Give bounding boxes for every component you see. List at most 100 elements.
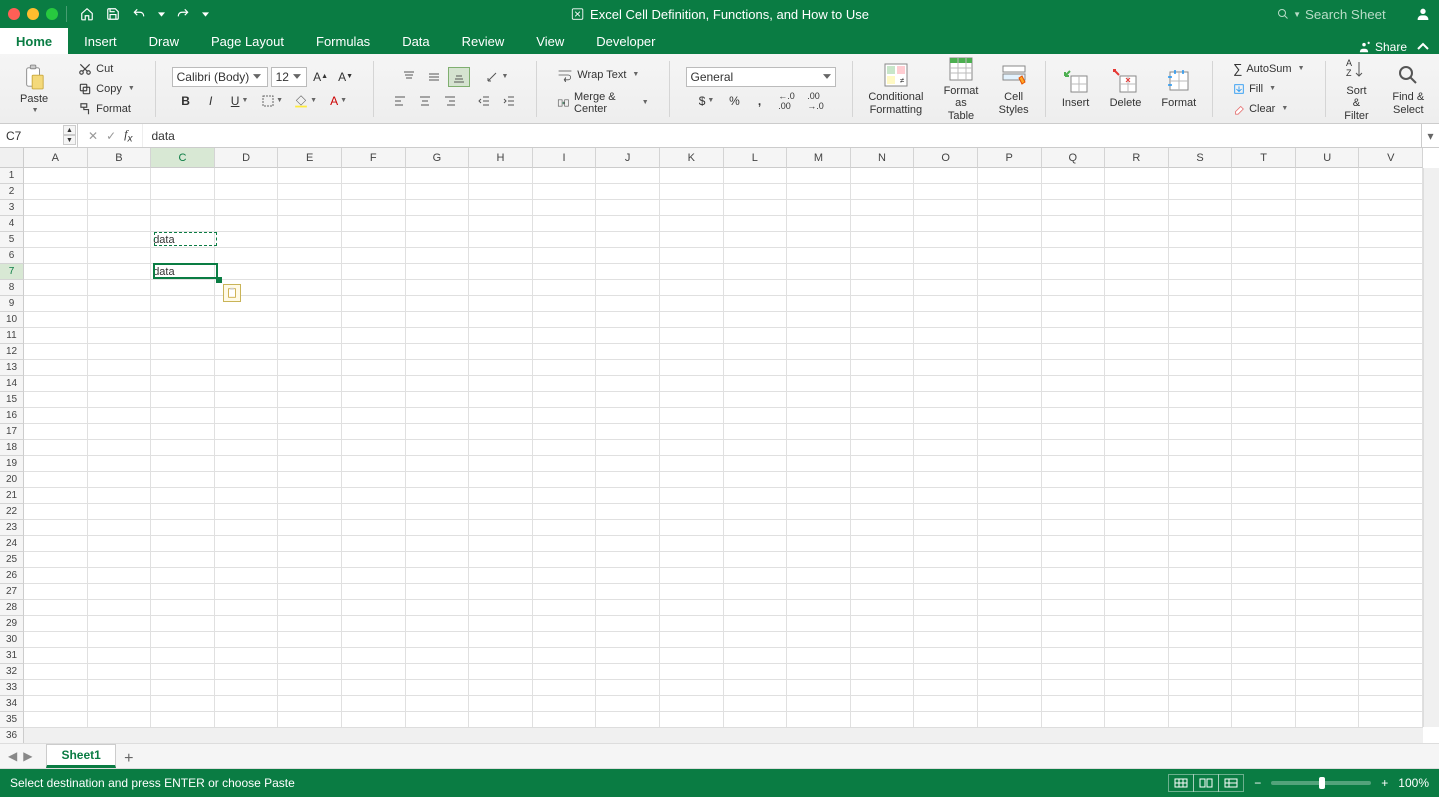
cell-M27[interactable] xyxy=(787,584,851,600)
cell-H18[interactable] xyxy=(469,440,533,456)
undo-icon[interactable] xyxy=(131,6,147,22)
cell-G35[interactable] xyxy=(406,712,470,728)
align-middle-button[interactable] xyxy=(423,67,445,87)
cell-J8[interactable] xyxy=(596,280,660,296)
cell-M9[interactable] xyxy=(787,296,851,312)
row-header-23[interactable]: 23 xyxy=(0,520,24,536)
cell-D32[interactable] xyxy=(215,664,279,680)
cell-S22[interactable] xyxy=(1169,504,1233,520)
cell-E15[interactable] xyxy=(278,392,342,408)
undo-dropdown-icon[interactable] xyxy=(157,6,165,22)
cell-A22[interactable] xyxy=(24,504,88,520)
cell-I13[interactable] xyxy=(533,360,597,376)
cell-H6[interactable] xyxy=(469,248,533,264)
col-header-S[interactable]: S xyxy=(1169,148,1233,168)
cell-E4[interactable] xyxy=(278,216,342,232)
cell-H10[interactable] xyxy=(469,312,533,328)
cell-J32[interactable] xyxy=(596,664,660,680)
cell-S4[interactable] xyxy=(1169,216,1233,232)
font-color-button[interactable]: A▼ xyxy=(324,91,354,111)
cell-H35[interactable] xyxy=(469,712,533,728)
cell-H17[interactable] xyxy=(469,424,533,440)
cell-I10[interactable] xyxy=(533,312,597,328)
cell-M18[interactable] xyxy=(787,440,851,456)
cell-E1[interactable] xyxy=(278,168,342,184)
cell-F10[interactable] xyxy=(342,312,406,328)
cell-O30[interactable] xyxy=(914,632,978,648)
cell-H5[interactable] xyxy=(469,232,533,248)
cell-O25[interactable] xyxy=(914,552,978,568)
cell-K34[interactable] xyxy=(660,696,724,712)
cell-J33[interactable] xyxy=(596,680,660,696)
cell-I18[interactable] xyxy=(533,440,597,456)
cell-R23[interactable] xyxy=(1105,520,1169,536)
vertical-scrollbar[interactable] xyxy=(1423,168,1439,727)
cell-B26[interactable] xyxy=(88,568,152,584)
enter-formula-icon[interactable]: ✓ xyxy=(106,129,116,143)
cell-P18[interactable] xyxy=(978,440,1042,456)
cell-C8[interactable] xyxy=(151,280,215,296)
cell-P9[interactable] xyxy=(978,296,1042,312)
cell-A23[interactable] xyxy=(24,520,88,536)
cell-B15[interactable] xyxy=(88,392,152,408)
cell-O32[interactable] xyxy=(914,664,978,680)
cell-V2[interactable] xyxy=(1359,184,1423,200)
cell-O35[interactable] xyxy=(914,712,978,728)
cell-V1[interactable] xyxy=(1359,168,1423,184)
number-format-select[interactable]: General xyxy=(686,67,836,87)
delete-cells-button[interactable]: Delete xyxy=(1104,65,1148,111)
cell-P4[interactable] xyxy=(978,216,1042,232)
cell-D2[interactable] xyxy=(215,184,279,200)
decrease-decimal-button[interactable]: .00→.0 xyxy=(803,91,829,111)
cell-A27[interactable] xyxy=(24,584,88,600)
cell-C7[interactable]: data xyxy=(151,264,215,280)
cell-Q7[interactable] xyxy=(1042,264,1106,280)
cell-J16[interactable] xyxy=(596,408,660,424)
cell-C24[interactable] xyxy=(151,536,215,552)
cell-R27[interactable] xyxy=(1105,584,1169,600)
cell-U12[interactable] xyxy=(1296,344,1360,360)
cell-M24[interactable] xyxy=(787,536,851,552)
cell-H19[interactable] xyxy=(469,456,533,472)
cell-V24[interactable] xyxy=(1359,536,1423,552)
cell-Q15[interactable] xyxy=(1042,392,1106,408)
cell-L33[interactable] xyxy=(724,680,788,696)
cell-A34[interactable] xyxy=(24,696,88,712)
cell-D35[interactable] xyxy=(215,712,279,728)
cell-A15[interactable] xyxy=(24,392,88,408)
cell-D19[interactable] xyxy=(215,456,279,472)
cell-S26[interactable] xyxy=(1169,568,1233,584)
cell-R21[interactable] xyxy=(1105,488,1169,504)
cell-O4[interactable] xyxy=(914,216,978,232)
col-header-L[interactable]: L xyxy=(724,148,788,168)
cell-D14[interactable] xyxy=(215,376,279,392)
cell-B8[interactable] xyxy=(88,280,152,296)
formula-input[interactable]: data xyxy=(143,129,1421,143)
row-header-28[interactable]: 28 xyxy=(0,600,24,616)
cell-B7[interactable] xyxy=(88,264,152,280)
cell-V18[interactable] xyxy=(1359,440,1423,456)
cell-V6[interactable] xyxy=(1359,248,1423,264)
cell-N21[interactable] xyxy=(851,488,915,504)
row-header-29[interactable]: 29 xyxy=(0,616,24,632)
cell-N12[interactable] xyxy=(851,344,915,360)
autosum-button[interactable]: ∑AutoSum▼ xyxy=(1229,60,1308,78)
cell-I12[interactable] xyxy=(533,344,597,360)
cell-A30[interactable] xyxy=(24,632,88,648)
cell-S6[interactable] xyxy=(1169,248,1233,264)
cell-G3[interactable] xyxy=(406,200,470,216)
col-header-J[interactable]: J xyxy=(596,148,660,168)
cell-T5[interactable] xyxy=(1232,232,1296,248)
cell-A16[interactable] xyxy=(24,408,88,424)
cell-L16[interactable] xyxy=(724,408,788,424)
cell-T29[interactable] xyxy=(1232,616,1296,632)
cancel-formula-icon[interactable]: ✕ xyxy=(88,129,98,143)
cell-V20[interactable] xyxy=(1359,472,1423,488)
cell-U10[interactable] xyxy=(1296,312,1360,328)
cell-C18[interactable] xyxy=(151,440,215,456)
cell-I33[interactable] xyxy=(533,680,597,696)
cell-R25[interactable] xyxy=(1105,552,1169,568)
cell-G18[interactable] xyxy=(406,440,470,456)
cell-T26[interactable] xyxy=(1232,568,1296,584)
cell-I34[interactable] xyxy=(533,696,597,712)
